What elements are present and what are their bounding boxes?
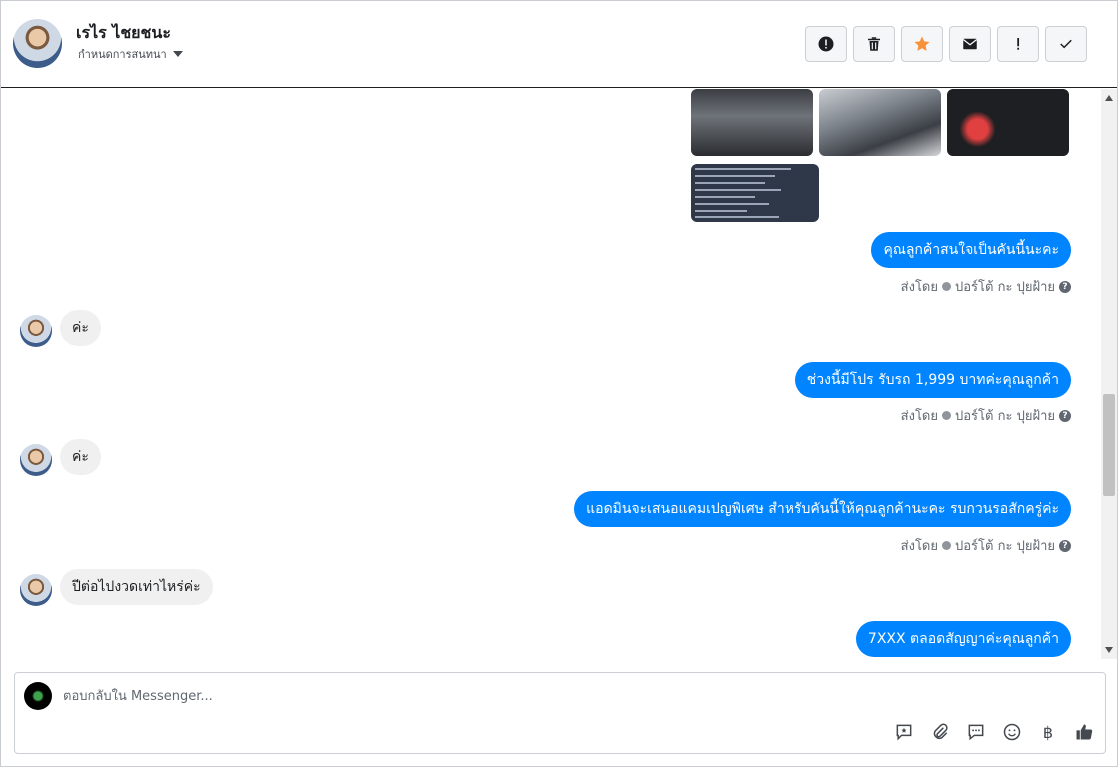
spam-button[interactable] <box>805 26 847 62</box>
conversation-header: เรไร ไชยชนะ กำหนดการสนทนา <box>1 1 1117 88</box>
contact-avatar-small <box>20 315 52 347</box>
quick-reply-button[interactable] <box>964 720 988 744</box>
delete-button[interactable] <box>853 26 895 62</box>
sent-by-agent: ปอร์โต้ กะ ปุยฝ้าย <box>955 409 1055 424</box>
emoji-button[interactable] <box>1000 720 1024 744</box>
page-avatar <box>24 682 52 710</box>
sent-by-prefix: ส่งโดย <box>900 409 938 424</box>
assign-conversation-dropdown[interactable]: กำหนดการสนทนา <box>78 45 183 63</box>
trash-icon <box>868 37 880 51</box>
smiley-icon <box>1003 723 1021 741</box>
sent-by-prefix: ส่งโดย <box>900 539 938 554</box>
incoming-message[interactable]: ค่ะ <box>60 439 101 475</box>
verified-dot-icon <box>942 282 951 291</box>
sent-by-info: ส่งโดย ปอร์โต้ กะ ปุยฝ้าย ? <box>901 276 1071 297</box>
car-gauge-photo[interactable] <box>947 89 1069 156</box>
assign-label: กำหนดการสนทนา <box>78 48 167 61</box>
sent-by-agent: ปอร์โต้ กะ ปุยฝ้าย <box>955 539 1055 554</box>
envelope-icon <box>962 38 978 50</box>
outgoing-message[interactable]: แอดมินจะเสนอแคมเปญพิเศษ สำหรับคันนี้ให้ค… <box>574 491 1071 527</box>
attach-button[interactable] <box>928 720 952 744</box>
outgoing-message[interactable]: คุณลูกค้าสนใจเป็นคันนี้นะคะ <box>871 232 1071 268</box>
sent-by-prefix: ส่งโดย <box>900 280 938 295</box>
contact-avatar[interactable] <box>13 19 62 68</box>
outgoing-message[interactable]: ช่วงนี้มีโปร รับรถ 1,999 บาทค่ะคุณลูกค้า <box>794 362 1071 398</box>
message-thread: คุณลูกค้าสนใจเป็นคันนี้นะคะ ส่งโดย ปอร์โ… <box>1 89 1101 659</box>
priority-button[interactable] <box>997 26 1039 62</box>
help-icon[interactable]: ? <box>1059 409 1071 422</box>
conversation-actions <box>805 26 1087 62</box>
incoming-message[interactable]: ค่ะ <box>60 310 101 346</box>
chat-star-icon <box>896 724 912 741</box>
contact-name[interactable]: เรไร ไชยชนะ <box>76 21 171 46</box>
sent-by-info: ส่งโดย ปอร์โต้ กะ ปุยฝ้าย ? <box>901 535 1071 556</box>
paperclip-icon <box>933 723 948 740</box>
alert-circle-icon <box>818 36 834 52</box>
scroll-thumb[interactable] <box>1103 394 1115 496</box>
scroll-down-arrow-icon[interactable] <box>1105 647 1113 653</box>
message-scrollbar[interactable] <box>1101 89 1117 659</box>
composer-toolbar: ฿ <box>892 720 1096 744</box>
saved-reply-button[interactable] <box>892 720 916 744</box>
car-engine-photo[interactable] <box>819 89 941 156</box>
chat-bubble-icon <box>968 724 984 741</box>
reply-input[interactable] <box>63 687 963 705</box>
mark-unread-button[interactable] <box>949 26 991 62</box>
like-button[interactable] <box>1072 720 1096 744</box>
done-button[interactable] <box>1045 26 1087 62</box>
star-icon <box>914 36 930 51</box>
verified-dot-icon <box>942 411 951 420</box>
sent-by-info: ส่งโดย ปอร์โต้ กะ ปุยฝ้าย ? <box>901 405 1071 426</box>
caret-down-icon <box>172 51 183 57</box>
inbox-conversation-window: เรไร ไชยชนะ กำหนดการสนทนา คุณลูกค้าสนใจเ… <box>0 0 1118 767</box>
reply-composer: ฿ <box>14 672 1106 754</box>
follow-up-button[interactable] <box>901 26 943 62</box>
help-icon[interactable]: ? <box>1059 539 1071 552</box>
payment-button[interactable]: ฿ <box>1036 720 1060 744</box>
outgoing-message[interactable]: 7XXX ตลอดสัญญาค่ะคุณลูกค้า <box>855 621 1071 657</box>
scroll-up-arrow-icon[interactable] <box>1105 95 1113 101</box>
help-icon[interactable]: ? <box>1059 280 1071 293</box>
check-icon <box>1060 39 1072 49</box>
car-interior-photo[interactable] <box>691 89 813 156</box>
sent-by-agent: ปอร์โต้ กะ ปุยฝ้าย <box>955 280 1055 295</box>
verified-dot-icon <box>942 541 951 550</box>
exclamation-icon <box>1017 38 1020 50</box>
baht-icon: ฿ <box>1042 722 1054 742</box>
contact-avatar-small <box>20 444 52 476</box>
incoming-message[interactable]: ปีต่อไปงวดเท่าไหร่ค่ะ <box>60 569 213 605</box>
contact-avatar-small <box>20 574 52 606</box>
car-spec-sheet-photo[interactable] <box>691 164 819 222</box>
thumbs-up-icon <box>1076 724 1093 740</box>
